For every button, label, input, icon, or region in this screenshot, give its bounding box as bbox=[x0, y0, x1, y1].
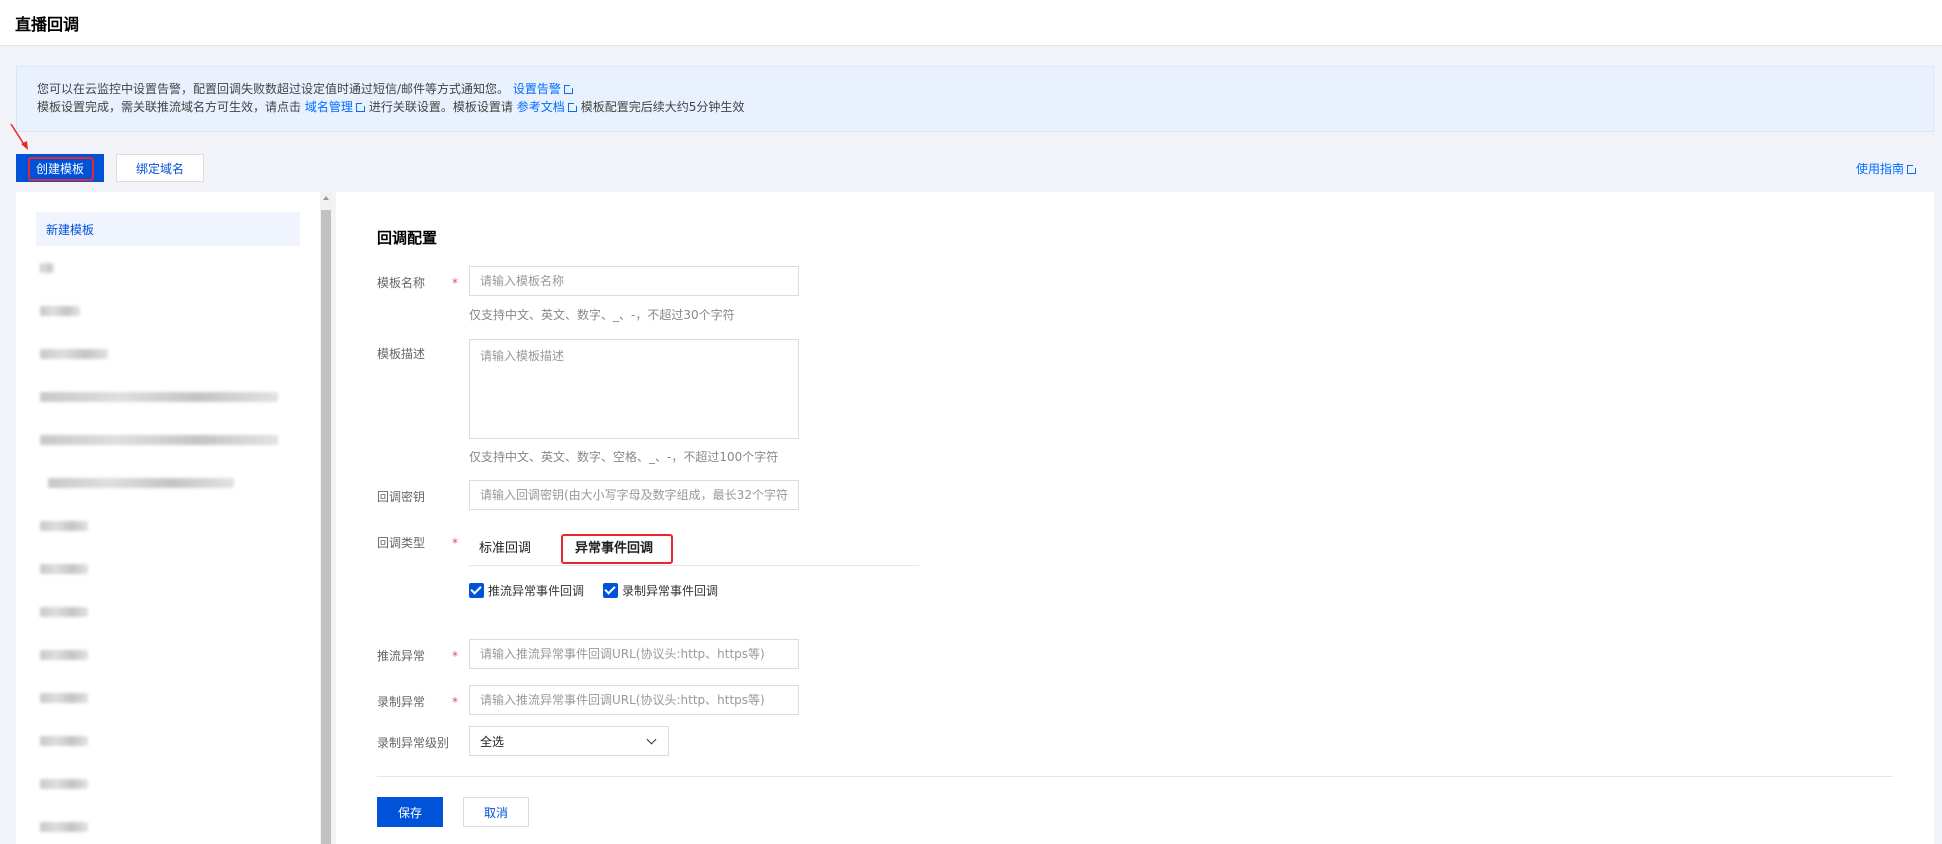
record-level-label: 录制异常级别 bbox=[377, 736, 450, 750]
callback-config-panel: 回调配置 模板名称 * 仅支持中文、英文、数字、_、-，不超过30个字符 模板描… bbox=[336, 192, 1934, 844]
template-list-item[interactable] bbox=[16, 246, 320, 289]
section-title: 回调配置 bbox=[377, 229, 438, 247]
template-name-hint: 仅支持中文、英文、数字、_、-，不超过30个字符 bbox=[469, 308, 735, 322]
template-name-label: 模板名称 bbox=[377, 276, 426, 290]
notice-line-1: 您可以在云监控中设置告警，配置回调失败数超过设定值时通过短信/邮件等方式通知您。… bbox=[37, 80, 1933, 98]
template-name-input[interactable] bbox=[469, 266, 799, 296]
template-list-item[interactable] bbox=[16, 762, 320, 805]
record-exception-checkbox[interactable]: 录制异常事件回调 bbox=[603, 582, 718, 599]
user-guide-label: 使用指南 bbox=[1855, 162, 1904, 176]
reference-doc-link[interactable]: 参考文档 bbox=[517, 100, 565, 114]
template-list-item[interactable] bbox=[16, 504, 320, 547]
external-link-icon bbox=[1907, 164, 1917, 174]
notice-text-2a: 模板设置完成，需关联推流域名方可生效，请点击 bbox=[37, 100, 302, 114]
checked-icon bbox=[469, 583, 484, 598]
template-list-item[interactable] bbox=[16, 805, 320, 844]
record-level-value: 全选 bbox=[480, 734, 505, 749]
required-mark: * bbox=[452, 276, 458, 290]
divider bbox=[377, 776, 1893, 777]
bind-domain-button[interactable]: 绑定域名 bbox=[116, 154, 204, 182]
required-mark: * bbox=[452, 536, 458, 550]
notice-banner: 您可以在云监控中设置告警，配置回调失败数超过设定值时通过短信/邮件等方式通知您。… bbox=[16, 66, 1934, 132]
template-desc-input[interactable] bbox=[469, 339, 799, 439]
required-mark: * bbox=[452, 695, 458, 709]
template-list-item[interactable] bbox=[16, 590, 320, 633]
page-title: 直播回调 bbox=[15, 15, 80, 34]
annotation-arrow-icon bbox=[10, 123, 28, 150]
set-alarm-link[interactable]: 设置告警 bbox=[513, 82, 561, 96]
scroll-up-icon[interactable] bbox=[323, 196, 329, 200]
sidebar-scrollbar[interactable] bbox=[320, 192, 332, 844]
callback-key-label: 回调密钥 bbox=[377, 490, 426, 504]
template-list: 新建模板 bbox=[16, 192, 320, 844]
notice-text-2b: 进行关联设置。模板设置请 bbox=[368, 100, 513, 114]
checked-icon bbox=[603, 583, 618, 598]
template-desc-hint: 仅支持中文、英文、数字、空格、_、-，不超过100个字符 bbox=[469, 450, 779, 464]
template-list-item-new[interactable]: 新建模板 bbox=[36, 212, 300, 246]
record-exception-checkbox-label: 录制异常事件回调 bbox=[622, 584, 719, 598]
top-bar: 直播回调 bbox=[0, 0, 1942, 46]
notice-line-2: 模板设置完成，需关联推流域名方可生效，请点击 域名管理 进行关联设置。模板设置请 … bbox=[37, 98, 1933, 116]
template-list-item[interactable] bbox=[16, 461, 320, 504]
save-button[interactable]: 保存 bbox=[377, 797, 443, 827]
template-list-item[interactable] bbox=[16, 547, 320, 590]
scrollbar-thumb[interactable] bbox=[321, 210, 331, 844]
external-link-icon bbox=[567, 102, 578, 112]
template-list-item[interactable] bbox=[16, 418, 320, 461]
cancel-button[interactable]: 取消 bbox=[463, 797, 529, 827]
external-link-icon bbox=[563, 84, 574, 94]
domain-manage-link[interactable]: 域名管理 bbox=[305, 100, 353, 114]
template-list-item[interactable] bbox=[16, 332, 320, 375]
user-guide-link[interactable]: 使用指南 bbox=[1856, 160, 1920, 177]
record-exception-url-input[interactable] bbox=[469, 685, 799, 715]
notice-text-1: 您可以在云监控中设置告警，配置回调失败数超过设定值时通过短信/邮件等方式通知您。 bbox=[37, 82, 510, 96]
template-list-item[interactable] bbox=[16, 289, 320, 332]
create-template-button[interactable]: 创建模板 bbox=[16, 154, 104, 182]
template-list-item[interactable] bbox=[16, 719, 320, 762]
chevron-down-icon bbox=[646, 734, 657, 744]
record-exception-label: 录制异常 bbox=[377, 695, 426, 709]
push-exception-checkbox-label: 推流异常事件回调 bbox=[488, 584, 585, 598]
template-list-item[interactable] bbox=[16, 633, 320, 676]
push-exception-url-input[interactable] bbox=[469, 639, 799, 669]
callback-key-input[interactable] bbox=[469, 480, 799, 510]
notice-text-2c: 模板配置完后续大约5分钟生效 bbox=[580, 100, 745, 114]
callback-type-label: 回调类型 bbox=[377, 536, 426, 550]
tab-exception-callback[interactable]: 异常事件回调 bbox=[559, 534, 669, 564]
external-link-icon bbox=[355, 102, 366, 112]
template-desc-label: 模板描述 bbox=[377, 347, 426, 361]
tab-standard-callback[interactable]: 标准回调 bbox=[479, 534, 531, 564]
callback-type-tabs: 标准回调 异常事件回调 bbox=[469, 534, 919, 566]
record-level-select[interactable]: 全选 bbox=[469, 726, 669, 756]
template-list-item[interactable] bbox=[16, 375, 320, 418]
required-mark: * bbox=[452, 649, 458, 663]
template-list-item[interactable] bbox=[16, 676, 320, 719]
push-exception-label: 推流异常 bbox=[377, 649, 426, 663]
push-exception-checkbox[interactable]: 推流异常事件回调 bbox=[469, 582, 584, 599]
